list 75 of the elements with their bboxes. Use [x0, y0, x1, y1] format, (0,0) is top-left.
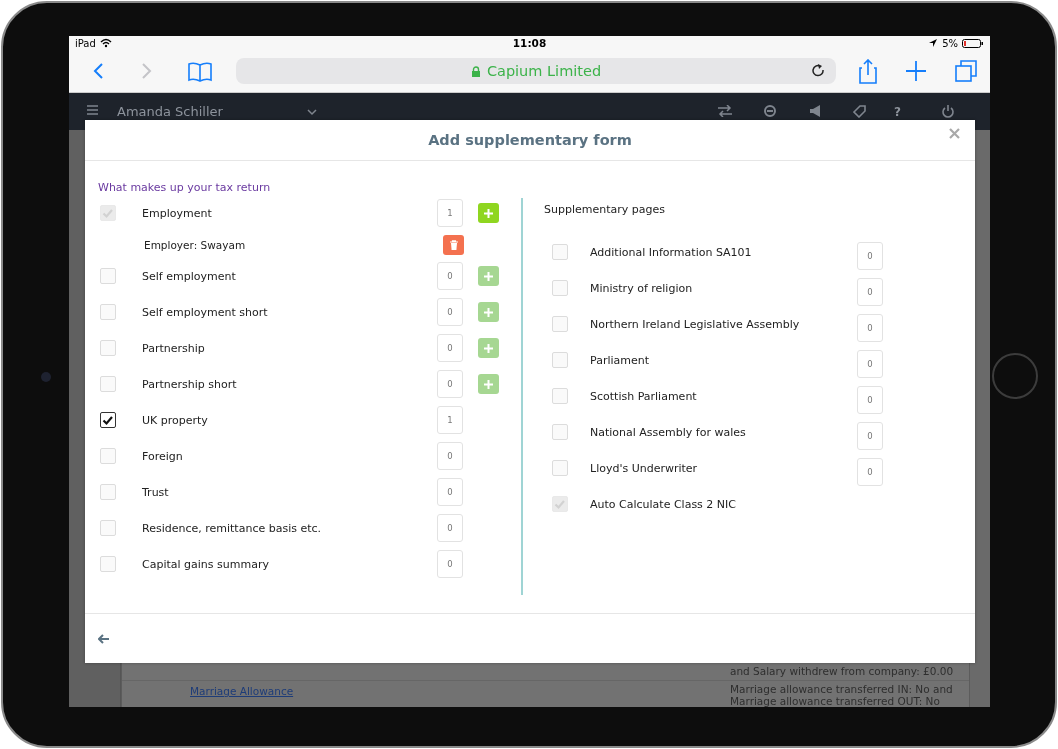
count-field[interactable]: 0	[857, 278, 883, 306]
modal-title: Add supplementary form	[428, 132, 632, 148]
tabs-icon[interactable]	[955, 60, 977, 82]
count-field[interactable]: 0	[437, 478, 463, 506]
option-label: Self employment short	[142, 305, 269, 319]
count-field[interactable]: 0	[857, 314, 883, 342]
close-icon[interactable]	[949, 128, 960, 139]
location-arrow-icon	[928, 38, 939, 48]
menu-icon[interactable]	[87, 105, 98, 115]
plus-icon	[484, 343, 493, 353]
back-arrow-icon[interactable]	[98, 633, 110, 644]
section-title: Supplementary pages	[543, 203, 665, 217]
power-icon[interactable]	[940, 105, 955, 118]
section-title: What makes up your tax return	[97, 181, 271, 195]
chevron-down-icon[interactable]	[307, 109, 317, 116]
battery-percent: 5%	[942, 37, 958, 49]
option-label: Ministry of religion	[590, 281, 694, 295]
option-label: Capital gains summary	[142, 557, 270, 571]
share-icon[interactable]	[858, 58, 878, 84]
employer-label: Employer: Swayam	[144, 238, 247, 251]
count-field[interactable]: 0	[857, 350, 883, 378]
option-label: Partnership short	[142, 377, 238, 391]
delete-button[interactable]	[443, 234, 464, 255]
plus-icon	[484, 379, 493, 389]
option-label: Lloyd's Underwriter	[590, 461, 699, 475]
option-label: UK property	[142, 413, 209, 427]
option-label: Northern Ireland Legislative Assembly	[590, 317, 801, 331]
count-field[interactable]: 0	[437, 262, 463, 290]
option-label: Employment	[142, 206, 213, 220]
option-label: Scottish Parliament	[590, 389, 698, 403]
carrier-label: iPad	[75, 37, 96, 49]
count-field[interactable]: 0	[437, 550, 463, 578]
checkbox[interactable]	[100, 412, 116, 428]
count-field[interactable]: 0	[857, 458, 883, 486]
home-button[interactable]	[992, 353, 1038, 399]
salary-note: and Salary withdrew from company: £0.00	[122, 665, 969, 681]
option-label: Foreign	[142, 449, 184, 463]
count-field[interactable]: 0	[437, 370, 463, 398]
count-field[interactable]: 0	[857, 422, 883, 450]
reload-icon[interactable]	[812, 64, 826, 78]
new-tab-icon[interactable]	[906, 61, 926, 81]
back-icon[interactable]	[93, 62, 104, 80]
trash-icon	[448, 239, 459, 250]
option-label: Additional Information SA101	[590, 245, 753, 259]
option-label: Auto Calculate Class 2 NIC	[590, 497, 737, 511]
count-field[interactable]: 0	[437, 514, 463, 542]
allowance-note: Marriage allowance transferred OUT: No	[730, 695, 941, 707]
bookmarks-icon[interactable]	[188, 60, 212, 82]
battery-icon	[962, 38, 984, 48]
option-label: Residence, remittance basis etc.	[142, 521, 323, 535]
tag-icon[interactable]	[853, 105, 866, 118]
forward-icon[interactable]	[141, 62, 152, 80]
count-field[interactable]: 0	[437, 334, 463, 362]
count-field[interactable]: 0	[857, 242, 883, 270]
count-field[interactable]: 0	[437, 442, 463, 470]
wifi-icon	[99, 38, 112, 48]
option-label: National Assembly for wales	[590, 425, 747, 439]
option-label: Self employment	[142, 269, 237, 283]
plus-icon	[484, 208, 493, 218]
site-address: Capium Limited	[486, 63, 602, 79]
lock-icon	[470, 65, 481, 77]
option-label: Trust	[142, 485, 170, 499]
plus-icon	[484, 307, 493, 317]
count-field[interactable]: 1	[437, 406, 463, 434]
clock-time: 11:08	[512, 37, 547, 49]
user-name[interactable]: Amanda Schiller	[117, 105, 307, 119]
transfer-arrows-icon[interactable]	[718, 105, 732, 117]
option-label: Parliament	[590, 353, 651, 367]
camera-lens	[41, 372, 51, 382]
help-button[interactable]: ?	[894, 105, 901, 119]
plus-icon	[484, 271, 493, 281]
count-field[interactable]: 0	[437, 298, 463, 326]
count-field[interactable]: 0	[857, 386, 883, 414]
allowance-note: Marriage allowance transferred IN: No and	[730, 684, 953, 696]
option-label: Partnership	[142, 341, 206, 355]
